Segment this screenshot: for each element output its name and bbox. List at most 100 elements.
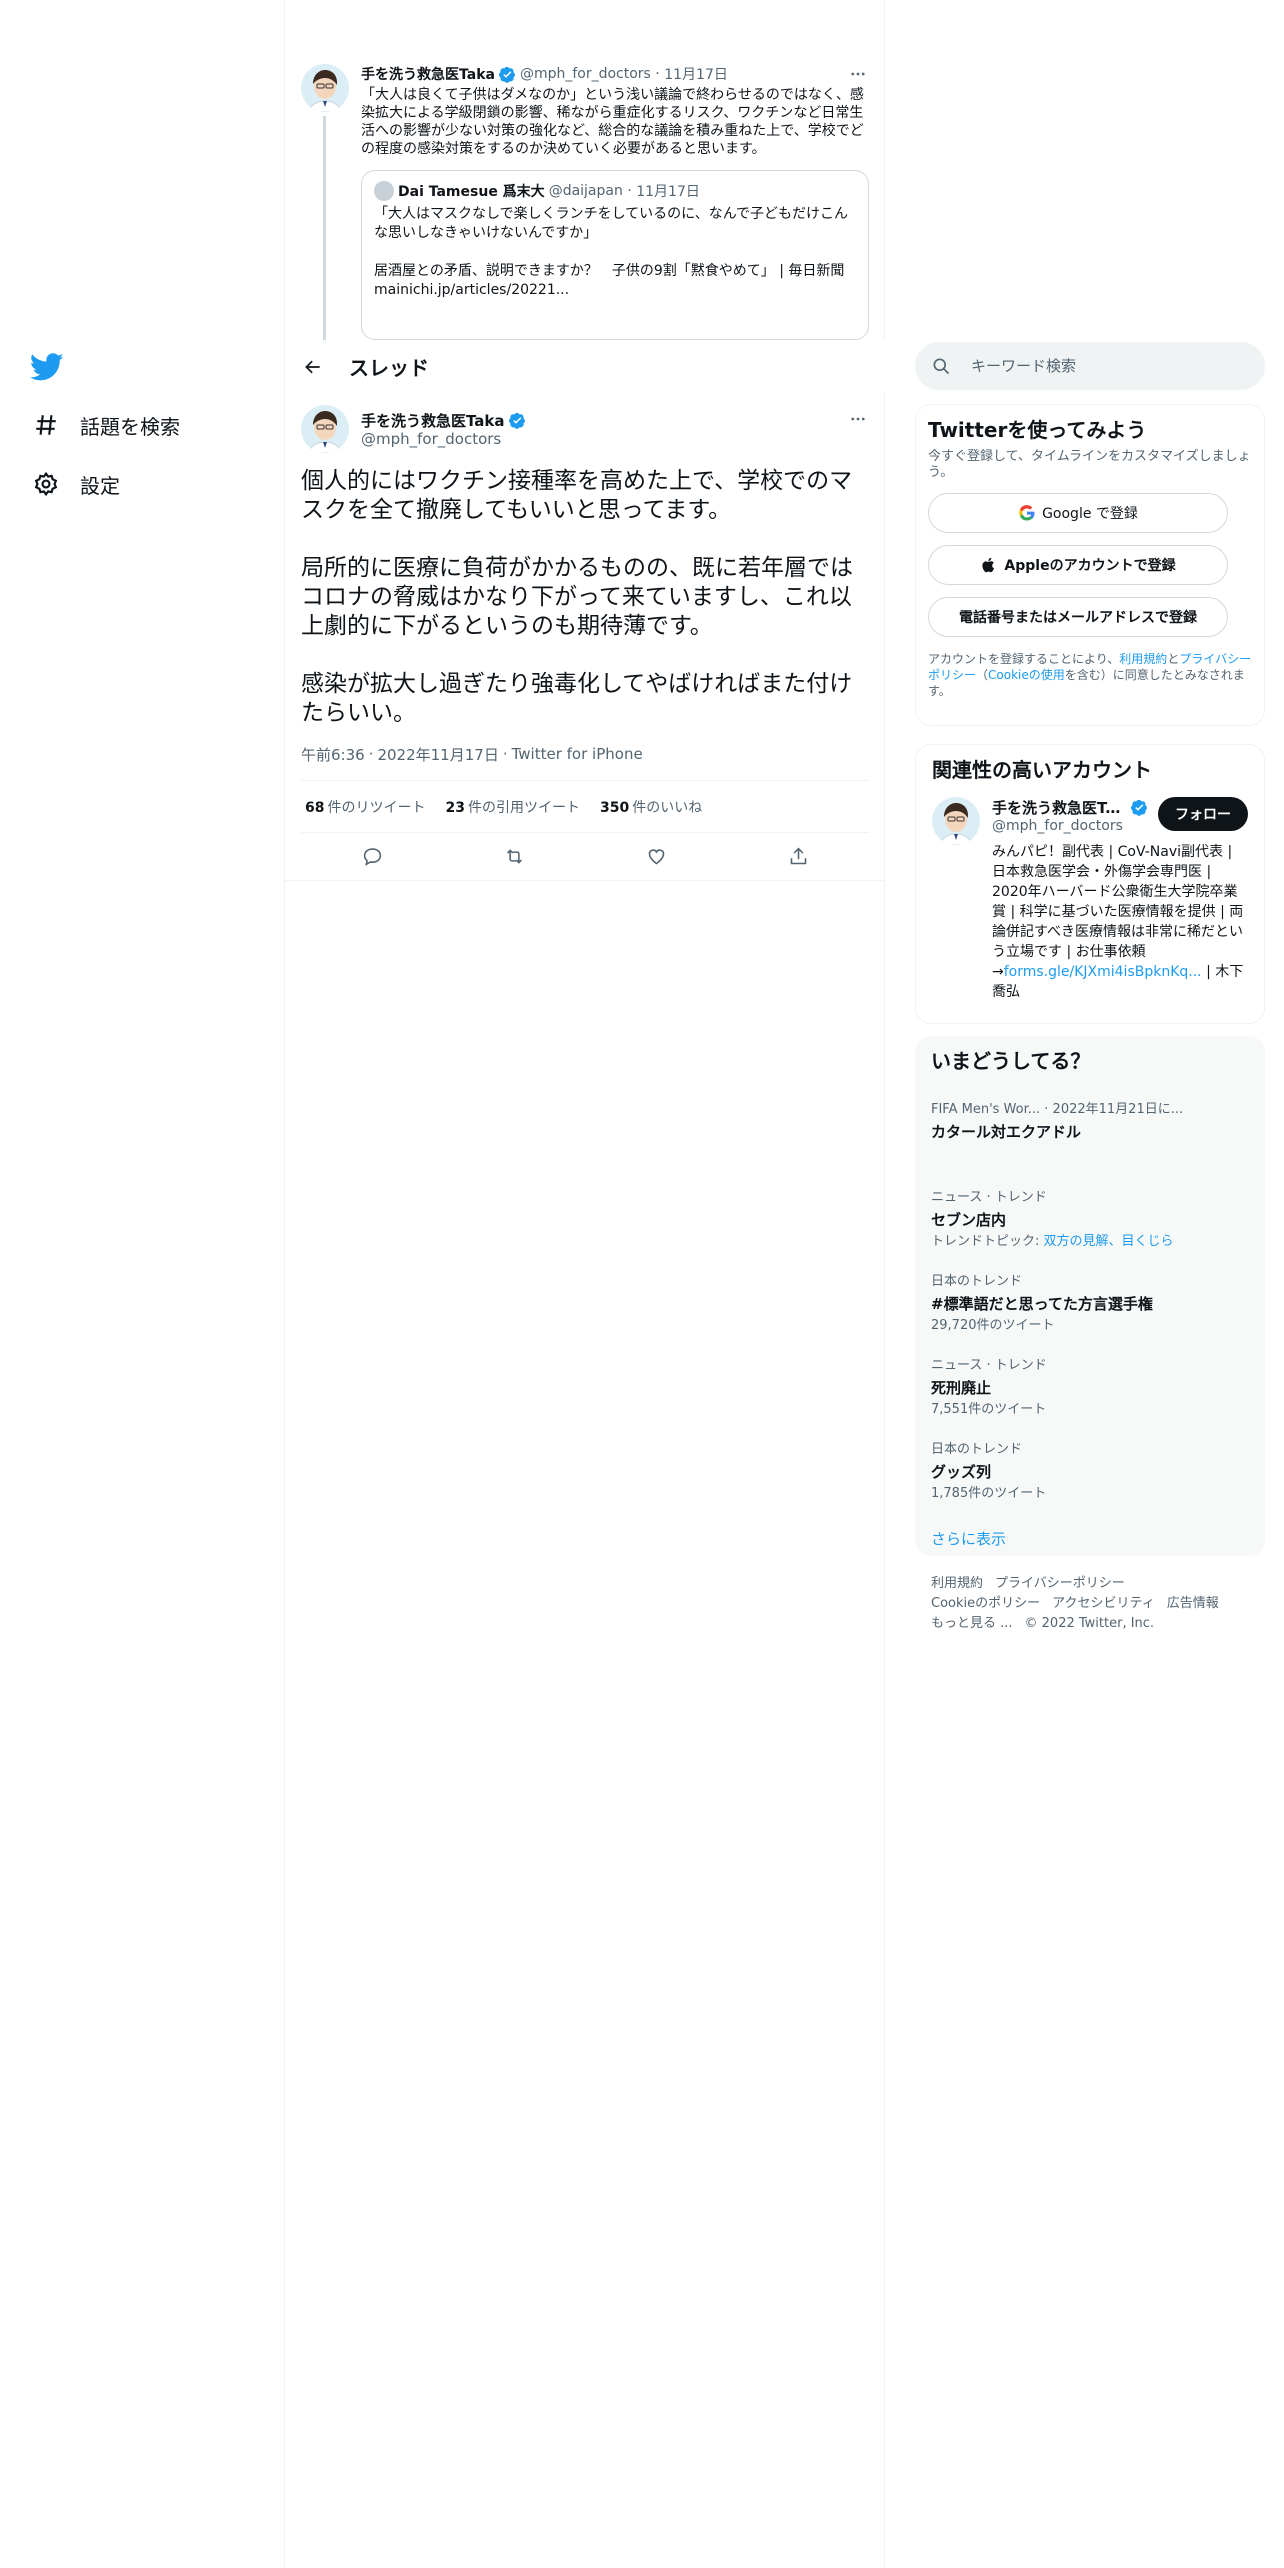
footer-privacy-link[interactable]: プライバシーポリシー — [995, 1576, 1125, 1591]
like-count[interactable]: 350 件のいいね — [600, 797, 702, 817]
author-name[interactable]: 手を洗う救急医Taka — [361, 410, 505, 431]
nav-explore[interactable]: 話題を検索 — [30, 405, 180, 445]
like-count-label: 件のいいね — [632, 799, 703, 816]
trend-topic-link[interactable]: 双方の見解、目くじら — [1044, 1234, 1174, 1249]
footer-cookie-link[interactable]: Cookieのポリシー — [931, 1596, 1040, 1611]
verified-badge-icon — [498, 66, 515, 83]
like-heart-icon[interactable] — [637, 838, 675, 876]
author-handle[interactable]: @mph_for_doctors — [361, 430, 530, 448]
tweet-source[interactable]: Twitter for iPhone — [512, 745, 643, 763]
trend-count: 7,551件のツイート — [931, 1402, 1047, 1417]
retweet-count[interactable]: 68 件のリツイート — [305, 797, 425, 817]
footer-accessibility-link[interactable]: アクセシビリティ — [1052, 1596, 1155, 1611]
parent-tweet[interactable]: 手を洗う救急医Taka @mph_for_doctors · 11月17日 「大… — [285, 0, 885, 345]
avatar[interactable] — [301, 405, 349, 453]
tweet-time[interactable]: 午前6:36 — [301, 744, 365, 765]
trend-topic-prefix: トレンドトピック: — [931, 1234, 1044, 1249]
tweet-actions — [285, 833, 885, 881]
thread-header: スレッド — [285, 340, 885, 393]
focal-tweet-header: 手を洗う救急医Taka @mph_for_doctors — [301, 405, 869, 453]
signup-subtitle: 今すぐ登録して、タイムラインをカスタマイズしましょう。 — [928, 449, 1251, 480]
search-box — [915, 342, 1265, 390]
apple-signup-label: Appleのアカウントで登録 — [1004, 558, 1176, 574]
quote-count-value: 23 — [445, 799, 465, 816]
apple-signup-button[interactable]: Appleのアカウントで登録 — [928, 545, 1228, 585]
footer-terms-link[interactable]: 利用規約 — [931, 1576, 983, 1591]
phone-email-signup-label: 電話番号またはメールアドレスで登録 — [959, 610, 1197, 626]
trend-context: ニュース · トレンド — [931, 1358, 1047, 1373]
separator-dot: · — [502, 745, 508, 763]
related-title: 関連性の高いアカウント — [932, 758, 1152, 782]
trend-title: #標準語だと思ってた方言選手権 — [931, 1295, 1153, 1313]
footer-ads-link[interactable]: 広告情報 — [1167, 1596, 1219, 1611]
trend-context: ニュース · トレンド — [931, 1190, 1047, 1205]
quoted-avatar — [374, 181, 394, 201]
avatar[interactable] — [932, 797, 980, 845]
avatar[interactable] — [301, 64, 349, 112]
nav-explore-label: 話題を検索 — [80, 414, 180, 439]
trend-item[interactable]: ニュース · トレンド 死刑廃止 7,551件のツイート — [931, 1358, 1249, 1418]
search-input[interactable] — [971, 357, 1251, 375]
parent-tweet-body: 手を洗う救急医Taka @mph_for_doctors · 11月17日 「大… — [361, 64, 869, 340]
share-icon[interactable] — [779, 838, 817, 876]
cookie-link[interactable]: Cookieの使用 — [988, 668, 1065, 682]
related-account-bio: みんパピ！副代表 | CoV-Navi副代表 | 日本救急医学会・外傷学会専門医… — [992, 842, 1248, 1002]
reply-icon[interactable] — [353, 838, 391, 876]
related-account-item[interactable]: 手を洗う救急医Ta... @mph_for_doctors みんパピ！副代表 |… — [932, 797, 1248, 1002]
twitter-logo-icon[interactable] — [29, 350, 70, 390]
tweet-date[interactable]: 11月17日 — [664, 64, 728, 84]
related-account-name[interactable]: 手を洗う救急医Ta... — [992, 797, 1127, 818]
footer-row: もっと見る ... © 2022 Twitter, Inc. — [931, 1614, 1251, 1634]
focal-tweet: 手を洗う救急医Taka @mph_for_doctors 個人的にはワクチン接種… — [285, 393, 885, 881]
verified-badge-icon — [508, 412, 525, 429]
quoted-tweet-header: Dai Tamesue 爲末大 @daijapan · 11月17日 — [374, 181, 856, 201]
separator-dot: · — [622, 183, 637, 199]
follow-button[interactable]: フォロー — [1158, 797, 1248, 831]
apple-icon — [982, 557, 995, 573]
author-name[interactable]: 手を洗う救急医Taka — [361, 64, 495, 84]
nav-settings-label: 設定 — [80, 473, 120, 498]
trend-topic: トレンドトピック: 双方の見解、目くじら — [931, 1234, 1249, 1250]
retweet-count-value: 68 — [305, 799, 325, 816]
google-icon — [1019, 505, 1035, 521]
tweet-date[interactable]: 2022年11月17日 — [377, 744, 498, 765]
footer-more-link[interactable]: もっと見る ... — [931, 1616, 1013, 1631]
more-options-icon[interactable] — [847, 64, 869, 84]
main-column: 手を洗う救急医Taka @mph_for_doctors · 11月17日 「大… — [285, 0, 885, 2568]
trend-item[interactable]: 日本のトレンド #標準語だと思ってた方言選手権 29,720件のツイート — [931, 1274, 1249, 1334]
retweet-icon[interactable] — [495, 838, 533, 876]
quoted-author-name: Dai Tamesue 爲末大 — [398, 184, 545, 200]
trend-item[interactable]: 日本のトレンド グッズ列 1,785件のツイート — [931, 1442, 1249, 1502]
more-options-icon[interactable] — [847, 409, 869, 429]
like-count-value: 350 — [599, 799, 630, 816]
quoted-date: 11月17日 — [636, 184, 700, 200]
signup-legal-text: アカウントを登録することにより、利用規約とプライバシーポリシー（Cookieの使… — [928, 651, 1252, 699]
trend-count: 1,785件のツイート — [931, 1486, 1047, 1501]
quoted-author-handle: @daijapan — [548, 183, 623, 199]
phone-email-signup-button[interactable]: 電話番号またはメールアドレスで登録 — [928, 597, 1228, 637]
page-title: スレッド — [349, 356, 429, 380]
trend-item[interactable]: ニュース · トレンド セブン店内 トレンドトピック: 双方の見解、目くじら — [931, 1190, 1249, 1250]
terms-link[interactable]: 利用規約 — [1119, 652, 1167, 666]
trends-card: いまどうしてる？ FIFA Men's Wor... · 2022年11月21日… — [915, 1036, 1265, 1556]
bio-link[interactable]: forms.gle/KJXmi4isBpknKq... — [1004, 964, 1202, 980]
trend-context: 日本のトレンド — [931, 1442, 1023, 1457]
trend-count: 29,720件のツイート — [931, 1318, 1055, 1333]
quoted-text: 「大人はマスクなしで楽しくランチをしているのに、なんで子どもだけこんな思いしなき… — [374, 206, 849, 298]
verified-badge-icon — [1131, 799, 1147, 816]
google-signup-button[interactable]: Google で登録 — [928, 493, 1228, 533]
bio-text: みんパピ！副代表 | CoV-Navi副代表 | 日本救急医学会・外傷学会専門医… — [992, 844, 1244, 980]
quote-count[interactable]: 23 件の引用ツイート — [445, 797, 579, 817]
quote-count-label: 件の引用ツイート — [467, 799, 580, 816]
trend-item[interactable]: FIFA Men's Wor... · 2022年11月21日に... カタール… — [931, 1102, 1249, 1142]
tweet-text: 「大人は良くて子供はダメなのか」という浅い議論で終わらせるのではなく、感染拡大に… — [361, 87, 864, 157]
author-handle[interactable]: @mph_for_doctors — [520, 66, 651, 82]
quoted-tweet[interactable]: Dai Tamesue 爲末大 @daijapan · 11月17日 「大人はマ… — [361, 170, 869, 340]
tweet-text: 個人的にはワクチン接種率を高めた上で、学校でのマスクを全て撤廃してもいいと思って… — [301, 468, 853, 726]
trend-title: 死刑廃止 — [931, 1379, 992, 1397]
related-accounts-card: 関連性の高いアカウント 手を洗う救急医Ta... @mph_for_doctor… — [915, 744, 1265, 1024]
back-arrow-icon[interactable] — [295, 349, 331, 385]
footer-copyright: © 2022 Twitter, Inc. — [1024, 1616, 1155, 1631]
show-more-link[interactable]: さらに表示 — [931, 1528, 1249, 1549]
nav-settings[interactable]: 設定 — [30, 464, 120, 504]
